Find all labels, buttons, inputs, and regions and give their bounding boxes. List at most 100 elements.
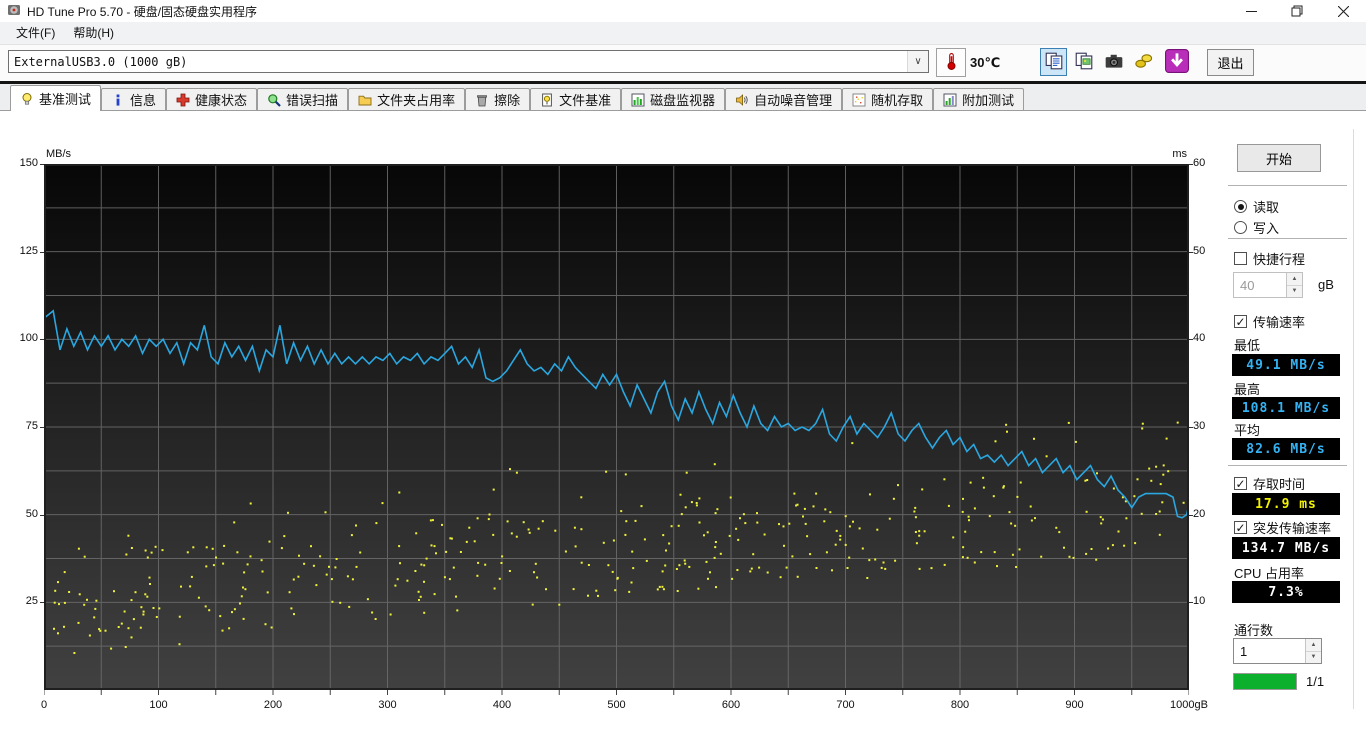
short-stroke-size-stepper[interactable]: 40 ▲ ▼ [1233, 272, 1303, 298]
grid-lines [44, 164, 1189, 690]
x-axis-tick-label: 400 [492, 699, 512, 711]
tab-信息[interactable]: 信息 [101, 88, 167, 110]
drive-select[interactable]: ExternalUSB3.0 (1000 gB) ∨ [8, 50, 929, 73]
x-axis-tick-label: 200 [263, 699, 283, 711]
divider [1228, 465, 1347, 466]
y-right-tick-label: 30 [1193, 420, 1206, 432]
tab-label: 信息 [130, 93, 157, 108]
trash-icon [475, 93, 489, 107]
y-left-tick [40, 339, 44, 341]
burst-rate-checkbox[interactable]: ✓ 突发传输速率 [1234, 518, 1331, 537]
x-axis-tick-label: 100 [149, 699, 168, 711]
tab-自动噪音管理[interactable]: 自动噪音管理 [725, 88, 843, 110]
access-time-label: 存取时间 [1253, 477, 1306, 492]
window-title: HD Tune Pro 5.70 - 硬盘/固态硬盘实用程序 [27, 4, 258, 19]
y-right-axis-unit: ms [1172, 148, 1187, 160]
screenshot-button[interactable] [1100, 48, 1127, 76]
y-left-tick-label: 150 [19, 157, 38, 169]
copy-text-button[interactable] [1040, 48, 1067, 76]
y-left-tick-label: 100 [19, 332, 38, 345]
checkbox-icon: ✓ [1234, 476, 1247, 491]
access-time-checkbox[interactable]: ✓ 存取时间 [1234, 474, 1305, 493]
y-left-tick [40, 251, 44, 253]
progress-bar [1233, 673, 1297, 690]
tab-文件夹占用率[interactable]: 文件夹占用率 [348, 88, 466, 110]
down-arrow-icon [1164, 48, 1189, 76]
pass-count-label: 通行数 [1234, 623, 1274, 638]
close-button[interactable] [1320, 0, 1366, 22]
copy-image-button[interactable] [1070, 48, 1097, 76]
extra-tests-icon [943, 93, 957, 107]
tab-健康状态[interactable]: 健康状态 [166, 88, 258, 110]
restore-button[interactable] [1274, 0, 1320, 22]
tab-label: 基准测试 [39, 92, 92, 107]
read-radio-label: 读取 [1253, 200, 1280, 215]
y-right-tick [1189, 164, 1193, 165]
tab-label: 文件基准 [559, 93, 612, 108]
tab-label: 随机存取 [871, 93, 924, 108]
tab-擦除[interactable]: 擦除 [465, 88, 531, 110]
menu-item-help[interactable]: 帮助(H) [65, 22, 124, 44]
export-button[interactable] [1130, 48, 1157, 76]
menu-item-file[interactable]: 文件(F) [8, 22, 65, 44]
tab-磁盘监视器[interactable]: 磁盘监视器 [621, 88, 726, 110]
y-right-tick-label: 10 [1193, 595, 1206, 608]
file-benchmark-icon [540, 93, 554, 107]
short-stroke-checkbox[interactable]: 快捷行程 [1234, 249, 1305, 268]
chevron-down-icon: ∨ [907, 51, 928, 72]
x-axis-tick-label: 0 [40, 699, 48, 711]
max-speed-value: 108.1 MB/s [1232, 397, 1340, 419]
radio-icon [1234, 200, 1247, 213]
x-axis-tick-label: 500 [607, 699, 626, 711]
tab-基准测试[interactable]: 基准测试 [10, 85, 102, 111]
write-radio[interactable]: 写入 [1234, 218, 1279, 237]
tab-附加测试[interactable]: 附加测试 [933, 88, 1025, 110]
spin-down-button[interactable]: ▼ [1287, 285, 1302, 297]
menu-bar: 文件(F) 帮助(H) [0, 22, 1366, 45]
start-button[interactable]: 开始 [1237, 144, 1321, 172]
benchmark-chart [44, 164, 1189, 695]
tab-随机存取[interactable]: 随机存取 [842, 88, 934, 110]
scan-magnifier-icon [267, 93, 281, 107]
max-speed-label: 最高 [1234, 382, 1261, 397]
temperature-button[interactable] [936, 48, 966, 77]
folder-icon [358, 93, 372, 107]
transfer-rate-label: 传输速率 [1253, 315, 1306, 330]
checkbox-icon: ✓ [1234, 520, 1247, 535]
x-axis-tick-label: 1000gB [1170, 699, 1208, 711]
y-right-tick-label: 60 [1193, 157, 1206, 169]
y-right-tick [1189, 602, 1193, 604]
transfer-rate-checkbox[interactable]: ✓ 传输速率 [1234, 312, 1305, 331]
x-axis-tick-label: 800 [950, 699, 970, 711]
radio-icon [1234, 221, 1247, 234]
cpu-usage-label: CPU 占用率 [1234, 566, 1305, 581]
read-radio[interactable]: 读取 [1234, 197, 1279, 216]
x-axis-tick-label: 600 [721, 699, 741, 711]
save-results-button[interactable] [1163, 48, 1190, 76]
gold-export-icon [1134, 51, 1154, 74]
bulb-icon [20, 92, 34, 106]
y-right-tick-label: 50 [1193, 244, 1206, 257]
tab-label: 自动噪音管理 [754, 93, 833, 108]
spin-up-button[interactable]: ▲ [1306, 639, 1321, 652]
burst-rate-label: 突发传输速率 [1253, 521, 1332, 536]
pass-count-stepper[interactable]: 1 ▲ ▼ [1233, 638, 1322, 664]
y-right-tick-label: 40 [1193, 332, 1206, 345]
drive-select-value: ExternalUSB3.0 (1000 gB) [14, 54, 188, 69]
y-left-tick [40, 602, 44, 604]
exit-button[interactable]: 退出 [1207, 49, 1254, 76]
y-left-tick-label: 125 [19, 244, 38, 257]
spin-up-button[interactable]: ▲ [1287, 273, 1302, 286]
tab-label: 错误扫描 [286, 93, 339, 108]
checkbox-icon: ✓ [1234, 314, 1247, 329]
spin-down-button[interactable]: ▼ [1306, 651, 1321, 663]
copy-image-icon [1074, 51, 1094, 74]
tab-strip: 基准测试 信息 健康状态 错误扫描 文件夹占用率 擦除 文件基准 磁盘监视器 自动噪音管理 随机存… [0, 84, 1366, 111]
minimize-button[interactable] [1228, 0, 1274, 22]
temperature-value: 30℃ [970, 55, 1001, 70]
tab-文件基准[interactable]: 文件基准 [530, 88, 622, 110]
toolbar-icon-buttons [1040, 48, 1193, 76]
camera-icon [1104, 51, 1124, 74]
disk-monitor-icon [631, 93, 645, 107]
tab-错误扫描[interactable]: 错误扫描 [257, 88, 349, 110]
